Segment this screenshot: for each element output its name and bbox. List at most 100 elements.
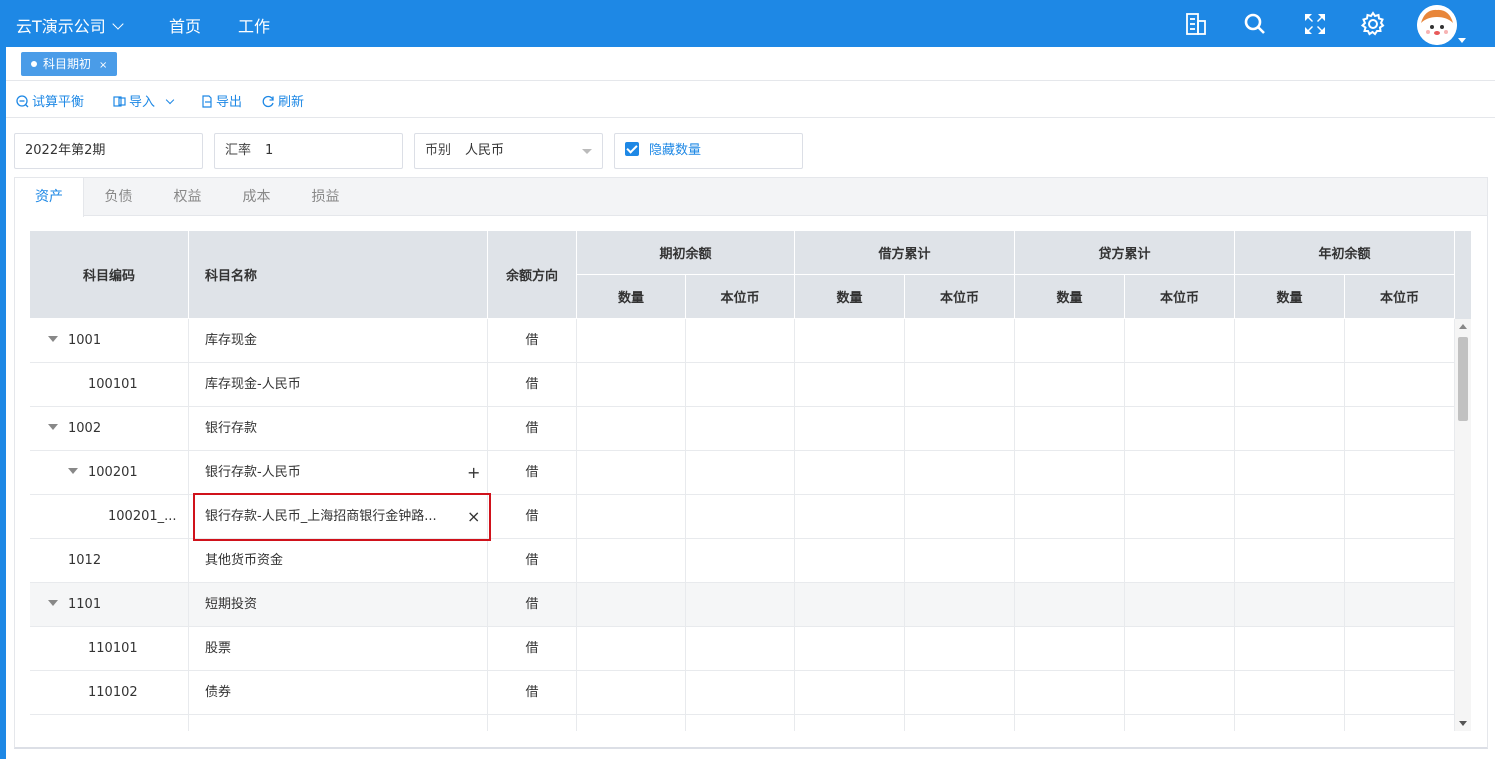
cell-direction[interactable]: 借: [488, 583, 577, 627]
cell-debit-qty[interactable]: [795, 451, 905, 495]
cell-debit-qty[interactable]: [795, 363, 905, 407]
export-button[interactable]: 导出: [200, 91, 242, 110]
fullscreen-icon[interactable]: [1301, 10, 1329, 38]
cell-opening-qty[interactable]: [577, 319, 686, 363]
cell-year-amount[interactable]: [1345, 715, 1455, 731]
cell-year-qty[interactable]: [1235, 495, 1345, 539]
cell-name[interactable]: [189, 715, 488, 731]
table-row[interactable]: 1001 库存现金 借: [30, 319, 1455, 363]
header-qty[interactable]: 数量: [795, 275, 905, 319]
expand-arrow-icon[interactable]: [68, 468, 78, 474]
cell-debit-amount[interactable]: [905, 363, 1015, 407]
scroll-down-icon[interactable]: [1459, 721, 1467, 726]
company-switcher[interactable]: 云T演示公司: [16, 13, 124, 37]
cell-name[interactable]: 股票: [189, 627, 488, 671]
cell-credit-amount[interactable]: [1125, 495, 1235, 539]
header-direction[interactable]: 余额方向: [488, 231, 577, 319]
cell-debit-qty[interactable]: [795, 539, 905, 583]
cell-debit-amount[interactable]: [905, 539, 1015, 583]
cell-year-amount[interactable]: [1345, 407, 1455, 451]
exchange-rate-field[interactable]: 汇率 1: [214, 133, 403, 169]
table-row[interactable]: 1002 银行存款 借: [30, 407, 1455, 451]
cell-credit-qty[interactable]: [1015, 627, 1125, 671]
cell-opening-qty[interactable]: [577, 715, 686, 731]
cell-direction[interactable]: 借: [488, 627, 577, 671]
avatar[interactable]: [1417, 5, 1457, 45]
cell-year-qty[interactable]: [1235, 407, 1345, 451]
table-row[interactable]: 1101 短期投资 借: [30, 583, 1455, 627]
cell-debit-amount[interactable]: [905, 627, 1015, 671]
tab-cost[interactable]: 成本: [222, 178, 291, 216]
table-row[interactable]: 110102 债券 借: [30, 671, 1455, 715]
cell-year-qty[interactable]: [1235, 539, 1345, 583]
cell-year-qty[interactable]: [1235, 627, 1345, 671]
checkbox-checked-icon[interactable]: [625, 142, 639, 156]
header-qty[interactable]: 数量: [1235, 275, 1345, 319]
cell-credit-qty[interactable]: [1015, 583, 1125, 627]
period-select[interactable]: 2022年第2期: [14, 133, 203, 169]
nav-work[interactable]: 工作: [238, 13, 271, 49]
cell-year-amount[interactable]: [1345, 539, 1455, 583]
cell-debit-qty[interactable]: [795, 319, 905, 363]
cell-year-qty[interactable]: [1235, 583, 1345, 627]
cell-credit-amount[interactable]: [1125, 319, 1235, 363]
cell-debit-qty[interactable]: [795, 715, 905, 731]
cell-direction[interactable]: 借: [488, 407, 577, 451]
close-icon[interactable]: ×: [99, 60, 107, 71]
cell-opening-amount[interactable]: [686, 451, 795, 495]
cell-credit-qty[interactable]: [1015, 715, 1125, 731]
header-qty[interactable]: 数量: [577, 275, 686, 319]
cell-credit-amount[interactable]: [1125, 451, 1235, 495]
trial-balance-button[interactable]: 试算平衡: [16, 91, 84, 110]
tab-liabilities[interactable]: 负债: [84, 178, 153, 216]
cell-year-amount[interactable]: [1345, 319, 1455, 363]
cell-opening-amount[interactable]: [686, 583, 795, 627]
cell-direction[interactable]: [488, 715, 577, 731]
cell-credit-amount[interactable]: [1125, 627, 1235, 671]
header-qty[interactable]: 数量: [1015, 275, 1125, 319]
header-code[interactable]: 科目编码: [30, 231, 189, 319]
cell-name[interactable]: 库存现金-人民币: [189, 363, 488, 407]
cell-year-qty[interactable]: [1235, 451, 1345, 495]
cell-year-qty[interactable]: [1235, 715, 1345, 731]
cell-year-qty[interactable]: [1235, 363, 1345, 407]
cell-credit-amount[interactable]: [1125, 583, 1235, 627]
cell-year-qty[interactable]: [1235, 671, 1345, 715]
cell-opening-qty[interactable]: [577, 539, 686, 583]
cell-opening-amount[interactable]: [686, 627, 795, 671]
header-base-currency[interactable]: 本位币: [686, 275, 795, 319]
cell-debit-amount[interactable]: [905, 715, 1015, 731]
cell-debit-amount[interactable]: [905, 583, 1015, 627]
cell-opening-qty[interactable]: [577, 627, 686, 671]
vertical-scrollbar[interactable]: [1455, 319, 1471, 731]
cell-credit-amount[interactable]: [1125, 671, 1235, 715]
cell-debit-amount[interactable]: [905, 495, 1015, 539]
cell-opening-qty[interactable]: [577, 671, 686, 715]
header-base-currency[interactable]: 本位币: [1345, 275, 1455, 319]
table-row[interactable]: [30, 715, 1455, 731]
cell-credit-qty[interactable]: [1015, 363, 1125, 407]
cell-year-amount[interactable]: [1345, 451, 1455, 495]
cell-debit-amount[interactable]: [905, 671, 1015, 715]
cell-direction[interactable]: 借: [488, 671, 577, 715]
cell-credit-qty[interactable]: [1015, 671, 1125, 715]
cell-debit-amount[interactable]: [905, 407, 1015, 451]
table-row[interactable]: 110101 股票 借: [30, 627, 1455, 671]
table-row[interactable]: 100201 银行存款-人民币 + 借: [30, 451, 1455, 495]
cell-opening-qty[interactable]: [577, 451, 686, 495]
cell-year-amount[interactable]: [1345, 495, 1455, 539]
cell-name[interactable]: 银行存款: [189, 407, 488, 451]
cell-direction[interactable]: 借: [488, 539, 577, 583]
cell-opening-amount[interactable]: [686, 363, 795, 407]
cell-credit-amount[interactable]: [1125, 407, 1235, 451]
table-row[interactable]: 100101 库存现金-人民币 借: [30, 363, 1455, 407]
cell-credit-qty[interactable]: [1015, 319, 1125, 363]
scroll-thumb[interactable]: [1458, 337, 1468, 421]
cell-direction[interactable]: 借: [488, 363, 577, 407]
import-button[interactable]: 导入: [113, 91, 175, 110]
tab-equity[interactable]: 权益: [153, 178, 222, 216]
cell-name[interactable]: 银行存款-人民币 +: [189, 451, 488, 495]
cell-debit-amount[interactable]: [905, 319, 1015, 363]
cell-opening-amount[interactable]: [686, 715, 795, 731]
cell-opening-amount[interactable]: [686, 539, 795, 583]
